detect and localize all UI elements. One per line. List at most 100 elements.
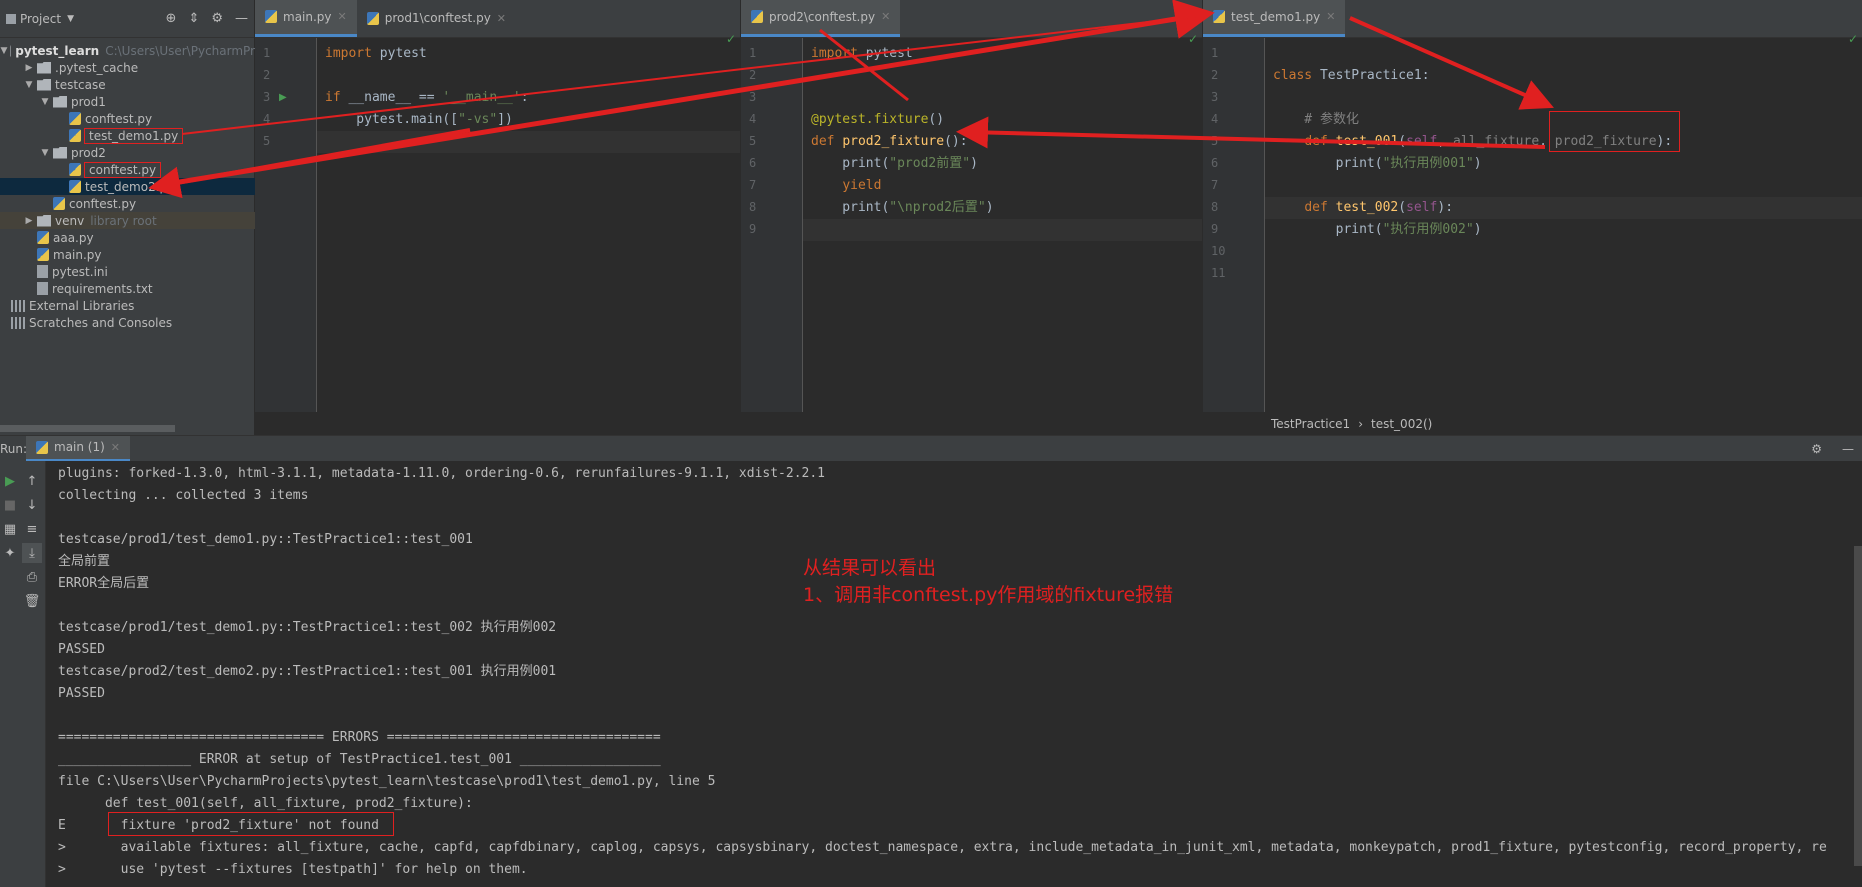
tree-item[interactable]: ▼ pytest_learn C:\Users\User\PycharmPr: [0, 42, 255, 59]
project-title[interactable]: Project: [20, 12, 61, 26]
gear-icon[interactable]: ⚙: [211, 11, 223, 26]
pin-icon[interactable]: ✦: [0, 543, 20, 563]
soft-wrap-icon[interactable]: ≡: [22, 519, 42, 539]
chevron-right-icon[interactable]: ▶: [24, 216, 34, 226]
chevron-right-icon[interactable]: ▶: [24, 63, 34, 73]
tree-item-label: pytest.ini: [52, 264, 108, 279]
stop-icon[interactable]: ■: [0, 495, 20, 515]
close-icon[interactable]: ✕: [111, 441, 120, 454]
chevron-down-icon[interactable]: ▼: [40, 97, 50, 107]
python-file-icon: [751, 10, 763, 23]
tree-item-label: conftest.py: [69, 196, 137, 211]
console-output[interactable]: plugins: forked-1.3.0, html-3.1.1, metad…: [46, 461, 1862, 887]
tree-item[interactable]: requirements.txt: [0, 280, 255, 297]
tree-item[interactable]: ▶ venv library root: [0, 212, 255, 229]
code-token: TestPractice1:: [1312, 68, 1430, 83]
layout-icon[interactable]: ▦: [0, 519, 20, 539]
tree-item-label: prod1: [71, 94, 106, 109]
tree-item[interactable]: conftest.py: [0, 161, 255, 178]
tree-item[interactable]: conftest.py: [0, 195, 255, 212]
console-line: > use 'pytest --fixtures [testpath]' for…: [58, 862, 528, 877]
run-gutter-icon[interactable]: ▶: [279, 92, 287, 103]
print-icon[interactable]: ⎙: [22, 567, 42, 587]
tree-item[interactable]: aaa.py: [0, 229, 255, 246]
rerun-icon[interactable]: ▶: [0, 471, 20, 491]
code-token: pytest.main([: [325, 112, 459, 127]
run-tab[interactable]: main (1) ✕: [26, 435, 131, 462]
close-icon[interactable]: ✕: [1326, 10, 1335, 23]
editor-main-py[interactable]: 1 2 3 4 5 ▶ import pytest if __name__ == '__mai…: [255, 32, 740, 412]
editor-tab[interactable]: test_demo1.py ✕: [1203, 0, 1346, 37]
code-line: import pytest: [803, 43, 1202, 65]
param-highlight-box: [1549, 111, 1680, 152]
collapse-icon[interactable]: ⇕: [188, 11, 199, 26]
gear-icon[interactable]: ⚙: [1811, 442, 1822, 456]
tree-item-label: .pytest_cache: [55, 60, 139, 75]
chevron-down-icon[interactable]: ▼: [40, 148, 50, 158]
code-token: "执行用例002": [1382, 222, 1474, 237]
line-number: 1: [749, 46, 757, 60]
tree-item[interactable]: pytest.ini: [0, 263, 255, 280]
code-token: self: [1406, 200, 1438, 215]
python-file-icon: [37, 248, 49, 261]
folder-icon: [53, 146, 67, 159]
tree-item[interactable]: ▶ .pytest_cache: [0, 59, 255, 76]
python-file-icon: [37, 231, 49, 244]
editor-tab[interactable]: prod1\conftest.py ✕: [357, 0, 516, 37]
chevron-down-icon[interactable]: ▼: [0, 46, 7, 56]
code-token: import: [811, 46, 858, 61]
code-line: def prod2_fixture():: [803, 131, 1202, 153]
tree-item[interactable]: conftest.py: [0, 110, 255, 127]
editor2-tabbar: prod2\conftest.py ✕: [741, 0, 1202, 38]
tree-item[interactable]: ▼ prod1: [0, 93, 255, 110]
tree-item[interactable]: test_demo1.py: [0, 127, 255, 144]
tree-item[interactable]: ▼ prod2: [0, 144, 255, 161]
editor-tab[interactable]: prod2\conftest.py ✕: [741, 0, 901, 37]
console-line: file C:\Users\User\PycharmProjects\pytes…: [58, 774, 716, 789]
code-line: print("执行用例001"): [1265, 153, 1862, 175]
vertical-scrollbar[interactable]: [1854, 546, 1862, 866]
tree-item[interactable]: External Libraries: [0, 297, 255, 314]
locate-icon[interactable]: ⊕: [166, 11, 177, 26]
up-arrow-icon[interactable]: ↑: [22, 471, 42, 491]
console-line: > available fixtures: all_fixture, cache…: [58, 840, 1827, 855]
tree-item[interactable]: main.py: [0, 246, 255, 263]
editor1-tabbar: main.py ✕ prod1\conftest.py ✕: [255, 0, 740, 38]
minimize-icon[interactable]: —: [1842, 442, 1854, 456]
editor-prod2-conftest[interactable]: 1 2 3 4 5 6 7 8 9 import pytest @pytest.fixture() d…: [741, 32, 1202, 412]
line-number: 9: [1211, 222, 1219, 236]
breadcrumb-separator: ›: [1358, 416, 1364, 431]
line-gutter: 1 2 3 4 5 6 7 8 9: [741, 38, 803, 412]
chevron-down-icon[interactable]: ▼: [24, 80, 34, 90]
scroll-to-end-icon[interactable]: ⤓: [22, 543, 42, 563]
minimize-icon[interactable]: —: [235, 11, 248, 26]
editor-tab[interactable]: main.py ✕: [255, 0, 357, 37]
close-icon[interactable]: ✕: [881, 10, 890, 23]
editor-bottom-strip: [255, 412, 1203, 435]
line-number: 5: [749, 134, 757, 148]
tree-item[interactable]: ▼ testcase: [0, 76, 255, 93]
breadcrumb-class[interactable]: TestPractice1: [1271, 417, 1350, 431]
code-token: test_001: [1335, 134, 1399, 149]
horizontal-scrollbar[interactable]: [0, 425, 175, 432]
close-icon[interactable]: ✕: [497, 12, 506, 25]
editor-test-demo1[interactable]: 1 2 3 4 5 6 7 8 9 10 11 class TestPractice1: # 参数化 …: [1203, 32, 1862, 412]
chevron-down-icon[interactable]: ▼: [67, 14, 74, 24]
tree-item-label: requirements.txt: [52, 281, 153, 296]
close-icon[interactable]: ✕: [338, 10, 347, 23]
code-token: import: [325, 46, 372, 61]
editor-tab-label: prod2\conftest.py: [769, 9, 876, 24]
code-token: print(: [811, 156, 890, 171]
tree-item[interactable]: test_demo2.py: [0, 178, 255, 195]
line-number: 1: [263, 46, 271, 60]
trash-icon[interactable]: 🗑: [22, 591, 42, 611]
tree-item[interactable]: Scratches and Consoles: [0, 314, 255, 331]
folder-icon: [37, 61, 51, 74]
editor-tab-label: main.py: [283, 9, 332, 24]
breadcrumb-method[interactable]: test_002(): [1371, 417, 1432, 431]
python-file-icon: [69, 112, 81, 125]
down-arrow-icon[interactable]: ↓: [22, 495, 42, 515]
